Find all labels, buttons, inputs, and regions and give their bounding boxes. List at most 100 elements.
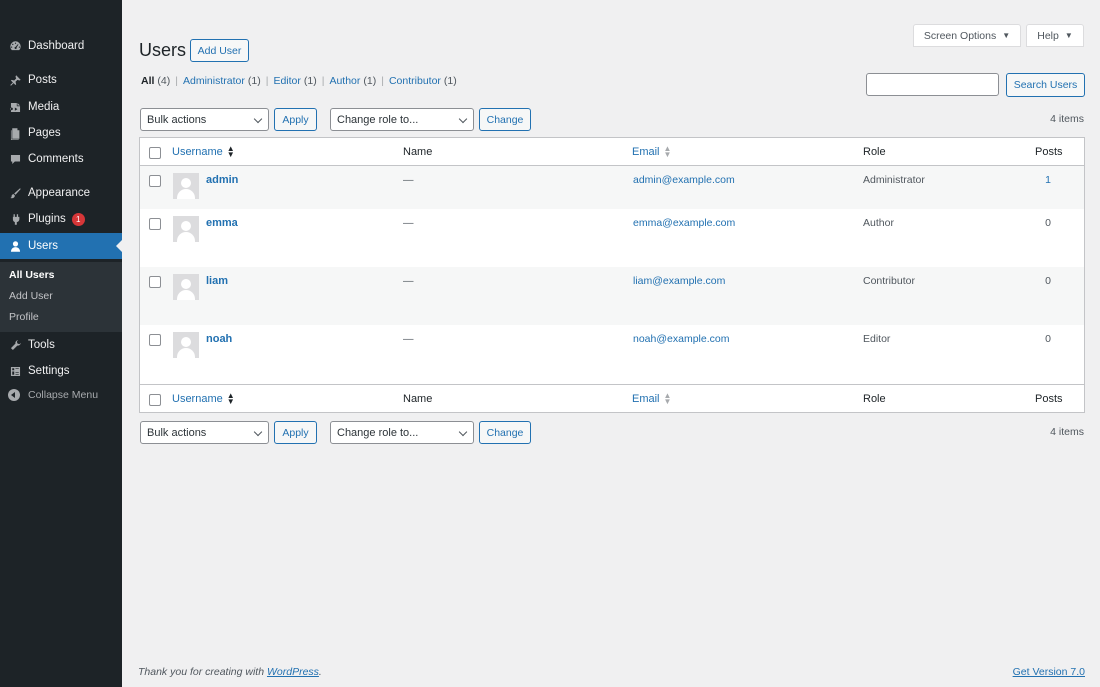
avatar xyxy=(173,173,199,199)
username-link[interactable]: admin xyxy=(206,174,238,186)
submenu-item-add-user[interactable]: Add User xyxy=(9,290,53,302)
change-role-button[interactable]: Change xyxy=(479,108,531,131)
bulk-actions-value: Bulk actions xyxy=(147,426,207,439)
sidebar-item-settings[interactable]: Settings xyxy=(0,358,122,384)
column-email-sort[interactable]: Email ▲ ▼ xyxy=(632,391,672,407)
screen-options-label: Screen Options xyxy=(923,29,997,42)
sidebar-item-users[interactable]: Users xyxy=(0,233,122,259)
filter-author[interactable]: Author (1) xyxy=(329,75,376,87)
column-name: Name xyxy=(403,146,433,158)
username-link[interactable]: emma xyxy=(206,217,238,229)
column-email-sort[interactable]: Email ▲ ▼ xyxy=(632,144,672,160)
avatar xyxy=(173,332,199,358)
change-role-select[interactable]: Change role to... xyxy=(330,108,474,131)
bulk-actions-select-bottom[interactable]: Bulk actions xyxy=(140,421,269,444)
footer-thanks: Thank you for creating with WordPress. xyxy=(138,666,322,678)
email-link[interactable]: liam@example.com xyxy=(633,275,725,287)
name-cell: — xyxy=(403,174,414,186)
posts-count-link[interactable]: 1 xyxy=(1038,174,1058,186)
row-checkbox[interactable] xyxy=(149,276,161,288)
sidebar-item-tools[interactable]: Tools xyxy=(0,332,122,358)
row-checkbox[interactable] xyxy=(149,334,161,346)
sidebar-item-posts[interactable]: Posts xyxy=(0,67,122,93)
filter-separator: | xyxy=(321,75,325,87)
column-role: Role xyxy=(863,393,886,405)
column-name: Name xyxy=(403,393,433,405)
column-username-sort[interactable]: Username ▲ ▼ xyxy=(172,145,235,159)
sort-icon: ▲ ▼ xyxy=(663,391,672,407)
caret-down-icon: ▼ xyxy=(1064,31,1073,40)
sidebar-item-comments[interactable]: Comments xyxy=(0,146,122,172)
posts-count: 0 xyxy=(1045,275,1051,287)
items-count: 4 items xyxy=(1050,113,1084,125)
apply-button[interactable]: Apply xyxy=(274,108,317,131)
username-link[interactable]: noah xyxy=(206,333,232,345)
bulk-actions-select[interactable]: Bulk actions xyxy=(140,108,269,131)
role-cell: Editor xyxy=(863,333,891,345)
email-link[interactable]: emma@example.com xyxy=(633,217,735,229)
plugins-icon xyxy=(8,212,22,226)
screen-options-button[interactable]: Screen Options ▼ xyxy=(913,24,1021,47)
collapse-menu-label: Collapse Menu xyxy=(28,389,99,401)
posts-count: 0 xyxy=(1045,333,1051,345)
chevron-down-icon xyxy=(253,114,263,124)
filter-administrator[interactable]: Administrator (1) xyxy=(183,75,261,87)
sort-icon: ▲ ▼ xyxy=(663,144,672,160)
table-row: liam — liam@example.com Contributor 0 xyxy=(140,267,1084,325)
help-button[interactable]: Help ▼ xyxy=(1026,24,1084,47)
filter-contributor[interactable]: Contributor (1) xyxy=(389,75,457,87)
comments-icon xyxy=(8,152,22,166)
sidebar-item-media[interactable]: Media xyxy=(0,94,122,120)
wordpress-link[interactable]: WordPress xyxy=(267,666,319,678)
sidebar-item-pages[interactable]: Pages xyxy=(0,120,122,146)
sidebar-item-label: Users xyxy=(28,240,59,252)
row-checkbox[interactable] xyxy=(149,218,161,230)
column-role: Role xyxy=(863,146,886,158)
table-row: emma — emma@example.com Author 0 xyxy=(140,209,1084,267)
column-username-sort[interactable]: Username ▲ ▼ xyxy=(172,392,235,406)
change-role-value: Change role to... xyxy=(337,113,419,126)
add-user-button[interactable]: Add User xyxy=(190,39,249,62)
email-link[interactable]: noah@example.com xyxy=(633,333,729,345)
change-role-value: Change role to... xyxy=(337,426,419,439)
get-version-link[interactable]: Get Version 7.0 xyxy=(1013,666,1085,678)
row-checkbox[interactable] xyxy=(149,175,161,187)
change-role-button-bottom[interactable]: Change xyxy=(479,421,531,444)
apply-button-bottom[interactable]: Apply xyxy=(274,421,317,444)
role-cell: Contributor xyxy=(863,275,915,287)
users-submenu: All Users Add User Profile xyxy=(0,262,122,332)
chevron-down-icon xyxy=(458,427,468,437)
admin-sidebar: Dashboard Posts Media Pages Comments App… xyxy=(0,0,122,687)
role-cell: Administrator xyxy=(863,174,925,186)
table-header: Username ▲ ▼ Name Email ▲ ▼ Role Posts xyxy=(140,138,1084,166)
sidebar-item-label: Pages xyxy=(28,127,61,139)
submenu-item-all-users[interactable]: All Users xyxy=(9,269,55,281)
collapse-arrow-icon xyxy=(8,389,20,401)
collapse-menu-button[interactable]: Collapse Menu xyxy=(8,389,98,401)
change-role-select-bottom[interactable]: Change role to... xyxy=(330,421,474,444)
sidebar-item-appearance[interactable]: Appearance xyxy=(0,180,122,206)
bulk-actions-value: Bulk actions xyxy=(147,113,207,126)
column-posts: Posts xyxy=(1035,393,1063,405)
filter-all[interactable]: All (4) xyxy=(141,75,170,87)
appearance-brush-icon xyxy=(8,186,22,200)
help-label: Help xyxy=(1037,29,1059,42)
submenu-item-profile[interactable]: Profile xyxy=(9,311,39,323)
chevron-down-icon xyxy=(458,114,468,124)
search-users-button[interactable]: Search Users xyxy=(1006,73,1085,97)
sidebar-item-plugins[interactable]: Plugins 1 xyxy=(0,206,122,232)
role-filter-links: All (4) | Administrator (1) | Editor (1) | … xyxy=(141,75,457,87)
email-link[interactable]: admin@example.com xyxy=(633,174,735,186)
pushpin-icon xyxy=(8,73,22,87)
select-all-checkbox[interactable] xyxy=(149,147,161,159)
username-link[interactable]: liam xyxy=(206,275,228,287)
search-input[interactable] xyxy=(866,73,999,96)
sidebar-item-dashboard[interactable]: Dashboard xyxy=(0,33,122,59)
filter-editor[interactable]: Editor (1) xyxy=(273,75,316,87)
dashboard-icon xyxy=(8,39,22,53)
settings-icon xyxy=(8,364,22,378)
posts-count: 0 xyxy=(1045,217,1051,229)
table-row: admin — admin@example.com Administrator … xyxy=(140,166,1084,209)
select-all-checkbox[interactable] xyxy=(149,394,161,406)
tools-wrench-icon xyxy=(8,338,22,352)
